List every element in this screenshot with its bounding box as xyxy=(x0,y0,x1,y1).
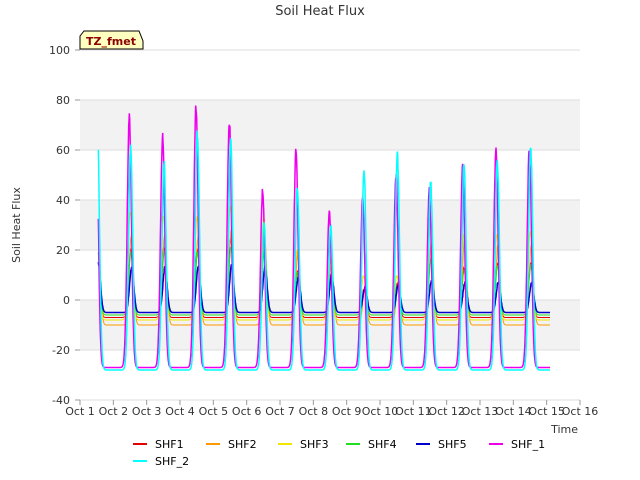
y-tick-label: -20 xyxy=(52,344,70,357)
legend-item-shf3: SHF3 xyxy=(278,438,329,451)
x-tick-label: Oct 3 xyxy=(132,405,162,418)
badge-label: TZ_fmet xyxy=(86,35,136,48)
legend-label: SHF_2 xyxy=(155,455,189,468)
legend-item-shf_2: SHF_2 xyxy=(133,455,189,468)
station-badge: TZ_fmet xyxy=(79,30,144,50)
y-tick-label: 80 xyxy=(56,94,70,107)
x-axis-ticks: Oct 1 Oct 2 Oct 3 Oct 4 Oct 5 Oct 6 Oct 7 Oct 8… xyxy=(65,400,598,418)
legend-label: SHF4 xyxy=(368,438,397,451)
x-tick-label: Oct 14 xyxy=(495,405,532,418)
y-tick-label: 60 xyxy=(56,144,70,157)
x-tick-label: Oct 6 xyxy=(232,405,262,418)
x-tick-label: Oct 2 xyxy=(99,405,129,418)
legend-item-shf5: SHF5 xyxy=(416,438,467,451)
y-tick-label: 100 xyxy=(49,44,70,57)
y-tick-label: 0 xyxy=(63,294,70,307)
chart-title: Soil Heat Flux xyxy=(275,4,365,19)
legend-item-shf1: SHF1 xyxy=(133,438,184,451)
legend-label: SHF5 xyxy=(438,438,467,451)
x-tick-label: Oct 12 xyxy=(428,405,465,418)
legend-item-shf4: SHF4 xyxy=(346,438,397,451)
x-tick-label: Oct 10 xyxy=(362,405,399,418)
x-tick-label: Oct 8 xyxy=(299,405,329,418)
legend-label: SHF1 xyxy=(155,438,184,451)
x-tick-label: Oct 5 xyxy=(199,405,229,418)
legend-label: SHF_1 xyxy=(511,438,545,451)
x-tick-label: Oct 11 xyxy=(395,405,432,418)
y-tick-label: 40 xyxy=(56,194,70,207)
soil-heat-flux-chart: Soil Heat Flux -40-20020406080100 Oct 1O… xyxy=(10,4,598,468)
legend-item-shf_1: SHF_1 xyxy=(489,438,545,451)
x-tick-label: Oct 1 xyxy=(65,405,95,418)
legend-label: SHF3 xyxy=(300,438,329,451)
x-tick-label: Oct 9 xyxy=(332,405,362,418)
y-axis-label: Soil Heat Flux xyxy=(10,187,23,263)
x-tick-label: Oct 15 xyxy=(528,405,565,418)
y-tick-label: 20 xyxy=(56,244,70,257)
x-tick-label: Oct 13 xyxy=(462,405,499,418)
y-axis-ticks: -40-20020406080100 xyxy=(49,44,80,407)
x-axis-label: Time xyxy=(550,423,578,436)
x-tick-label: Oct 7 xyxy=(265,405,295,418)
legend-label: SHF2 xyxy=(228,438,257,451)
legend: SHF1 SHF2 SHF3 SHF4 SHF5 SHF_1 SHF_2 xyxy=(133,438,545,468)
grid-band xyxy=(80,100,580,150)
legend-item-shf2: SHF2 xyxy=(206,438,257,451)
x-tick-label: Oct 4 xyxy=(165,405,195,418)
x-tick-label: Oct 16 xyxy=(562,405,599,418)
